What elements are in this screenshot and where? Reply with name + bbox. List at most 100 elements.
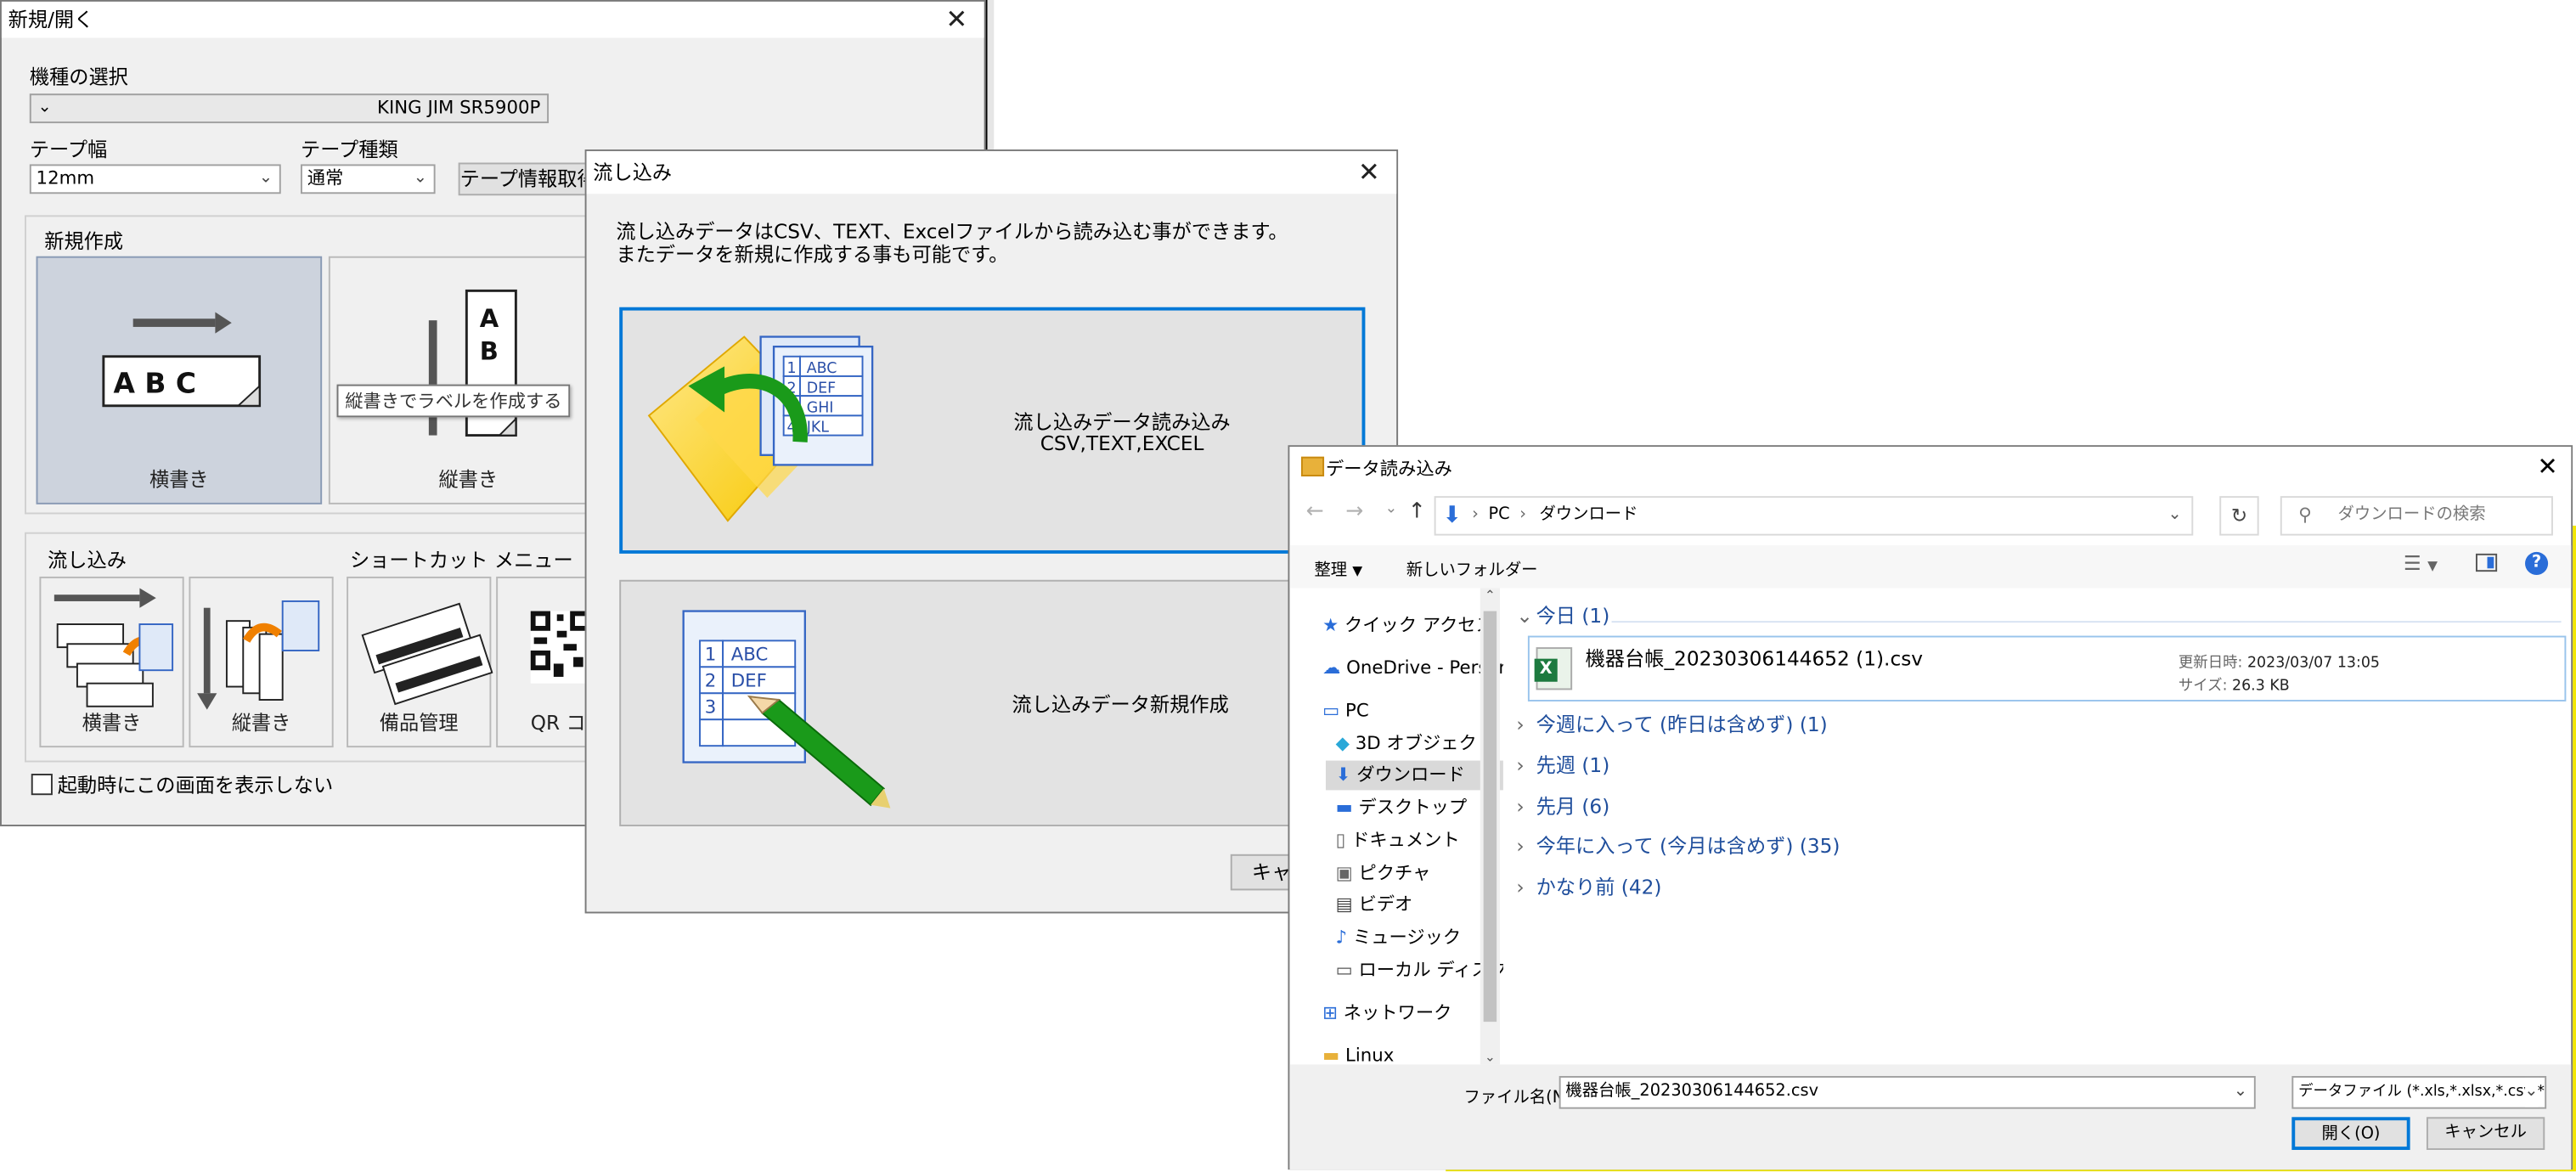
tape-type-select[interactable]: 通常 ⌄ — [300, 164, 436, 194]
nav-linux[interactable]: ▬ Linux — [1322, 1041, 1394, 1064]
model-value: KING JIM SR5900P — [377, 97, 541, 119]
flow-horizontal-icon — [54, 588, 174, 707]
tape-width-label: テープ幅 — [29, 138, 108, 161]
group-divider — [1611, 621, 2562, 623]
back-icon[interactable]: ← — [1306, 499, 1324, 524]
music-icon: ♪ — [1335, 926, 1348, 949]
new-section-label: 新規作成 — [44, 229, 124, 253]
flow-vertical-tile[interactable]: 縦書き — [189, 576, 334, 748]
close-icon[interactable]: ✕ — [1358, 157, 1380, 188]
breadcrumb-folder[interactable]: ダウンロード — [1539, 498, 1637, 534]
svg-text:1: 1 — [787, 360, 797, 377]
svg-text:2: 2 — [705, 671, 717, 692]
disk-icon: ▭ — [1335, 959, 1353, 981]
nav-3d-objects[interactable]: ◆ 3D オブジェクト — [1336, 730, 1496, 759]
open-button[interactable]: 開く(O) — [2291, 1117, 2410, 1151]
tape-width-select[interactable]: 12mm ⌄ — [29, 164, 281, 194]
nav-pc[interactable]: ▭ PC — [1322, 696, 1369, 726]
up-icon[interactable]: ↑ — [1408, 499, 1426, 524]
scroll-down-icon[interactable]: ⌄ — [1480, 1050, 1500, 1064]
startup-checkbox[interactable] — [31, 774, 53, 796]
chevron-down-icon[interactable]: ⌄ — [2168, 498, 2182, 534]
svg-text:1: 1 — [705, 645, 717, 666]
horizontal-label-icon: A B C — [102, 312, 262, 408]
startup-checkbox-row[interactable]: 起動時にこの画面を表示しない — [31, 770, 333, 798]
chevron-right-icon: › — [1516, 875, 1525, 899]
help-icon[interactable]: ? — [2525, 551, 2549, 576]
nav-quick-access[interactable]: ★ クイック アクセス — [1322, 611, 1494, 641]
refresh-icon[interactable]: ↻ — [2219, 496, 2259, 536]
horizontal-tile[interactable]: A B C 横書き — [36, 256, 323, 504]
import-option-line1: 流し込みデータ読み込み — [1013, 410, 1231, 434]
scroll-thumb[interactable] — [1483, 611, 1497, 1023]
scroll-up-icon[interactable]: ⌃ — [1480, 588, 1500, 602]
nav-network[interactable]: ⊞ ネットワーク — [1322, 999, 1451, 1028]
tape-info-button[interactable]: テープ情報取得 — [458, 162, 594, 196]
filename-input[interactable]: 機器台帳_20230306144652.csv ⌄ — [1559, 1075, 2256, 1109]
nav-onedrive[interactable]: ☁ OneDrive - Persor — [1322, 654, 1503, 684]
flow-description-line1: 流し込みデータはCSV、TEXT、Excelファイルから読み込む事ができます。 — [616, 220, 1288, 244]
forward-icon[interactable]: → — [1345, 499, 1363, 524]
pc-icon: ▭ — [1322, 700, 1340, 722]
history-chevron-icon[interactable]: ⌄ — [1385, 501, 1398, 517]
svg-text:JKL: JKL — [806, 420, 830, 437]
search-icon: ⚲ — [2298, 504, 2312, 526]
chevron-right-icon: › — [1519, 505, 1526, 525]
new-option-text: 流し込みデータ新規作成 — [1012, 693, 1229, 717]
flow-horizontal-tile[interactable]: 横書き — [39, 576, 184, 748]
barcode-label-icon — [361, 602, 493, 706]
equipment-tile[interactable]: 備品管理 — [347, 576, 493, 748]
group-this-week[interactable]: › 今週に入って (昨日は含めず) (1) — [1516, 710, 1827, 738]
group-long-ago[interactable]: › かなり前 (42) — [1516, 872, 1661, 900]
nav-pictures[interactable]: ▣ ピクチャ — [1336, 859, 1431, 889]
nav-desktop[interactable]: ▬ デスクトップ — [1336, 793, 1468, 823]
file-type-value: データファイル (*.xls,*.xlsx,*.csv,*.txt, — [2298, 1084, 2545, 1101]
chevron-right-icon: › — [1516, 795, 1525, 819]
shortcut-section-label: ショートカット メニュー — [350, 549, 573, 572]
address-bar[interactable]: ⬇ › PC › ダウンロード ⌄ — [1434, 496, 2194, 536]
import-data-option[interactable]: 1 ABC 2 DEF 3 GHI 4 JKL 流し込みデータ読み込み CSV,… — [619, 307, 1366, 554]
new-table-pencil-icon: 1 ABC 2 DEF 3 — [682, 610, 891, 809]
cancel-button[interactable]: キャンセル — [2426, 1117, 2545, 1151]
nav-label: 3D オブジェクト — [1355, 732, 1496, 754]
nav-label: クイック アクセス — [1344, 614, 1494, 636]
search-box[interactable]: ⚲ ダウンロードの検索 — [2280, 496, 2553, 536]
new-data-option[interactable]: 1 ABC 2 DEF 3 流し込みデータ新規作成 — [619, 579, 1366, 826]
nav-music[interactable]: ♪ ミュージック — [1336, 923, 1462, 953]
model-select[interactable]: ⌄ KING JIM SR5900P — [29, 93, 550, 124]
group-label: かなり前 (42) — [1536, 875, 1662, 899]
organize-button[interactable]: 整理 ▼ — [1314, 555, 1362, 580]
group-last-month[interactable]: › 先月 (6) — [1516, 792, 1609, 820]
close-icon[interactable]: ✕ — [2537, 452, 2557, 482]
excel-file-icon: X — [1534, 647, 1573, 690]
file-dialog-title: データ読み込み — [1325, 458, 1452, 480]
close-icon[interactable]: ✕ — [945, 4, 967, 35]
vertical-tile[interactable]: A B 縦書き — [328, 256, 608, 504]
search-placeholder: ダウンロードの検索 — [2337, 505, 2486, 525]
nav-documents[interactable]: ▯ ドキュメント — [1336, 826, 1460, 856]
new-folder-button[interactable]: 新しいフォルダー — [1406, 555, 1538, 580]
file-row[interactable]: X 機器台帳_20230306144652 (1).csv 更新日時: 2023… — [1527, 635, 2567, 702]
file-type-select[interactable]: データファイル (*.xls,*.xlsx,*.csv,*.txt, ⌄ — [2291, 1075, 2547, 1109]
group-today[interactable]: ⌄ 今日 (1) — [1516, 601, 1609, 629]
nav-videos[interactable]: ▤ ビデオ — [1336, 890, 1413, 920]
chevron-down-icon: ⌄ — [37, 99, 52, 117]
nav-scrollbar[interactable]: ⌃ ⌄ — [1480, 588, 1501, 1065]
nav-label: ピクチャ — [1358, 862, 1431, 884]
equipment-caption: 備品管理 — [379, 711, 459, 735]
file-modified: 更新日時: 2023/03/07 13:05 — [2179, 651, 2380, 672]
desktop-icon: ▬ — [1335, 797, 1353, 819]
view-options-icon[interactable]: ☰ ▼ — [2404, 552, 2438, 575]
group-last-week[interactable]: › 先週 (1) — [1516, 751, 1609, 779]
breadcrumb-pc[interactable]: PC — [1488, 498, 1509, 534]
group-this-year[interactable]: › 今年に入って (今月は含めず) (35) — [1516, 831, 1840, 859]
preview-pane-icon[interactable] — [2475, 553, 2498, 572]
file-modified-label: 更新日時: — [2178, 655, 2243, 673]
horizontal-caption: 横書き — [149, 468, 209, 492]
folder-icon — [1300, 456, 1325, 476]
organize-label: 整理 — [1314, 561, 1348, 580]
nav-local-disk[interactable]: ▭ ローカル ディスク (C — [1336, 956, 1503, 986]
caret-down-icon: ▼ — [1352, 563, 1363, 578]
nav-downloads[interactable]: ⬇ ダウンロード — [1325, 760, 1503, 791]
flow-vertical-icon — [197, 600, 320, 710]
